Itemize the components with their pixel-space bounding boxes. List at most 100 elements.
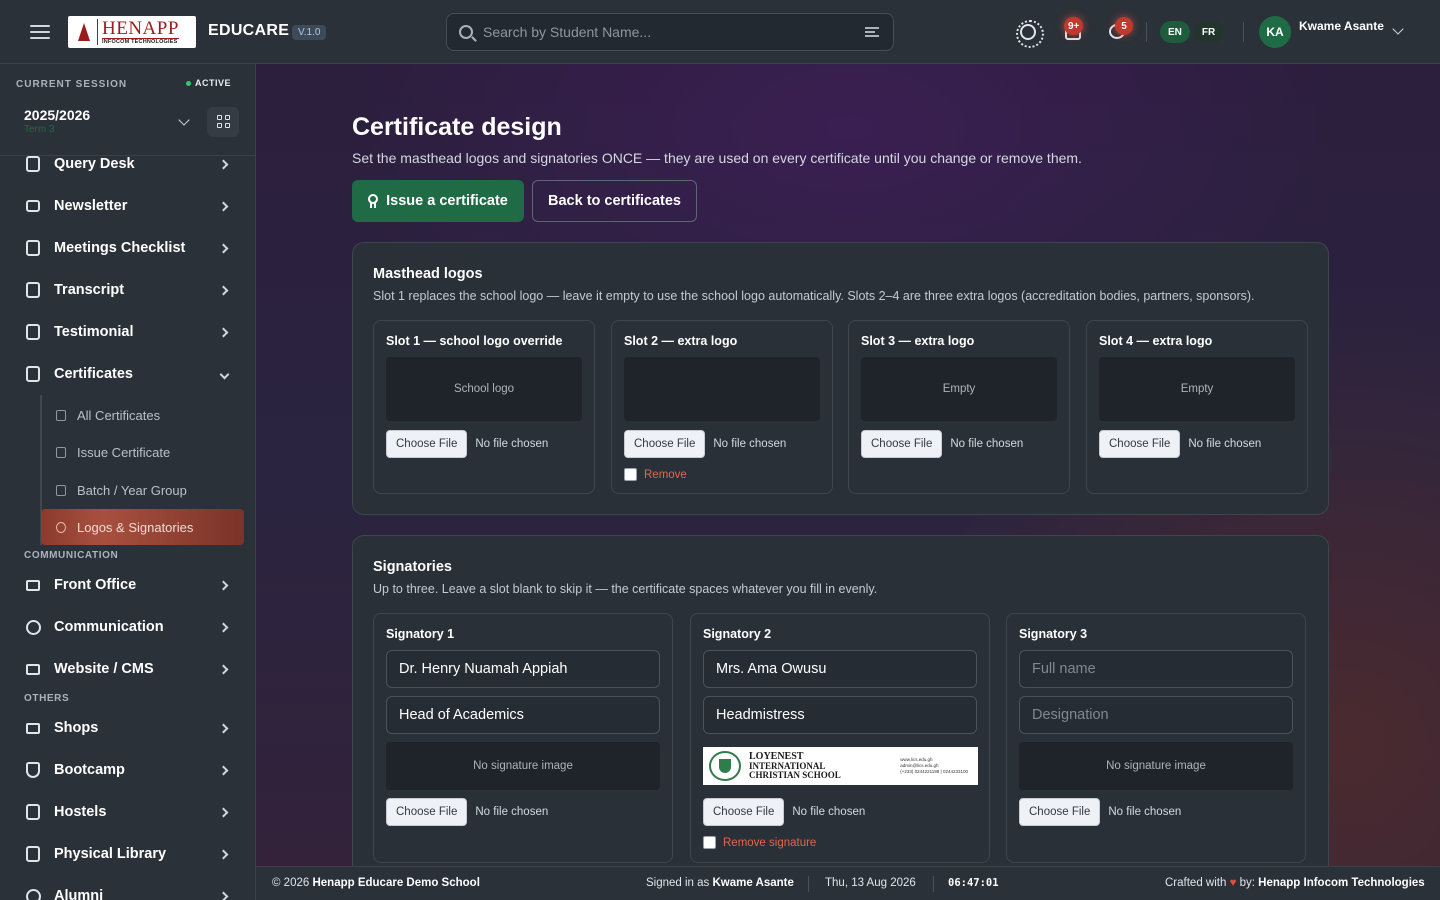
signatory-designation-input[interactable] bbox=[703, 696, 977, 734]
sidebar-subitem-all-certificates[interactable]: All Certificates bbox=[41, 397, 244, 433]
theme-toggle-sun-icon[interactable] bbox=[1016, 20, 1044, 48]
sidebar-item-label: Physical Library bbox=[54, 846, 167, 862]
sidebar-item-label: Transcript bbox=[54, 282, 125, 298]
choose-file-button[interactable]: Choose File bbox=[386, 430, 468, 458]
issue-certificate-button[interactable]: Issue a certificate bbox=[352, 180, 524, 222]
file-status: No file chosen bbox=[950, 438, 1024, 450]
chevron-right-icon bbox=[218, 765, 229, 775]
apps-grid-button[interactable] bbox=[207, 107, 239, 137]
file-status: No file chosen bbox=[713, 438, 787, 450]
library-icon bbox=[26, 846, 40, 862]
language-en-button[interactable]: EN bbox=[1160, 21, 1190, 43]
signatory-name-input[interactable] bbox=[1019, 650, 1293, 688]
mail-icon bbox=[26, 200, 40, 212]
logo-slot-3: Slot 3 — extra logo Empty Choose File No… bbox=[848, 320, 1070, 494]
file-status: No file chosen bbox=[475, 806, 549, 818]
sidebar-item-testimonial[interactable]: Testimonial bbox=[0, 312, 255, 352]
remove-logo-option: Remove bbox=[624, 468, 687, 481]
choose-file-button[interactable]: Choose File bbox=[1019, 798, 1101, 826]
session-year[interactable]: 2025/2026 bbox=[24, 107, 90, 123]
sidebar-subitem-label: Logos & Signatories bbox=[77, 519, 194, 535]
signatory-2: Signatory 2 LOYENEST INTERNATIONAL CHRIS… bbox=[690, 613, 990, 863]
chevron-right-icon bbox=[218, 664, 229, 674]
sidebar-item-meetings-checklist[interactable]: Meetings Checklist bbox=[0, 228, 255, 268]
sidebar-subitem-batch-year-group[interactable]: Batch / Year Group bbox=[41, 472, 244, 508]
sidebar: CURRENT SESSION ACTIVE 2025/2026 Term 3 … bbox=[0, 64, 256, 900]
chevron-right-icon bbox=[218, 580, 229, 590]
file-status: No file chosen bbox=[792, 806, 866, 818]
signatory-title: Signatory 1 bbox=[386, 627, 455, 641]
sidebar-item-newsletter[interactable]: Newsletter bbox=[0, 186, 255, 226]
signatory-designation-input[interactable] bbox=[386, 696, 660, 734]
language-fr-button[interactable]: FR bbox=[1193, 21, 1224, 43]
section-title-communication: COMMUNICATION bbox=[24, 550, 119, 561]
search-input[interactable] bbox=[483, 22, 853, 42]
grid-icon bbox=[217, 115, 222, 120]
sidebar-subitem-issue-certificate[interactable]: Issue Certificate bbox=[41, 434, 244, 470]
sidebar-item-shops[interactable]: Shops bbox=[0, 708, 255, 748]
sidebar-item-alumni[interactable]: Alumni bbox=[0, 876, 255, 900]
document-icon bbox=[26, 366, 40, 382]
issue-certificate-label: Issue a certificate bbox=[386, 193, 508, 209]
sidebar-item-front-office[interactable]: Front Office bbox=[0, 565, 255, 605]
choose-file-button[interactable]: Choose File bbox=[1099, 430, 1181, 458]
sidebar-subitem-label: Issue Certificate bbox=[77, 444, 171, 460]
user-name: Kwame Asante bbox=[1299, 19, 1384, 33]
crafted-by-text: by: bbox=[1239, 877, 1255, 889]
home-icon bbox=[26, 804, 40, 820]
slot-title: Slot 1 — school logo override bbox=[386, 334, 563, 348]
choose-file-button[interactable]: Choose File bbox=[861, 430, 943, 458]
remove-logo-label[interactable]: Remove bbox=[644, 469, 687, 481]
top-bar: HENAPP INFOCOM TECHNOLOGIES EDUCARE V.1.… bbox=[0, 0, 1440, 64]
back-to-certificates-button[interactable]: Back to certificates bbox=[532, 180, 697, 222]
sidebar-item-communication[interactable]: Communication bbox=[0, 607, 255, 647]
chevron-down-icon bbox=[219, 369, 230, 379]
chevron-down-icon[interactable] bbox=[178, 114, 190, 126]
company-logo[interactable]: HENAPP INFOCOM TECHNOLOGIES bbox=[68, 16, 196, 48]
signatory-1: Signatory 1 No signature image Choose Fi… bbox=[373, 613, 673, 863]
remove-signature-label[interactable]: Remove signature bbox=[723, 837, 816, 849]
sidebar-item-label: Certificates bbox=[54, 366, 133, 382]
sidebar-item-label: Meetings Checklist bbox=[54, 240, 186, 256]
section-title-others: OTHERS bbox=[24, 693, 70, 704]
signatory-designation-input[interactable] bbox=[1019, 696, 1293, 734]
user-menu[interactable]: KA Kwame Asante bbox=[1259, 15, 1404, 49]
masthead-logos-card: Masthead logos Slot 1 replaces the schoo… bbox=[352, 242, 1329, 515]
chevron-right-icon bbox=[218, 622, 229, 632]
message-count-badge: 5 bbox=[1115, 17, 1133, 35]
remove-signature-checkbox[interactable] bbox=[703, 836, 716, 849]
sidebar-item-hostels[interactable]: Hostels bbox=[0, 792, 255, 832]
remove-logo-checkbox[interactable] bbox=[624, 468, 637, 481]
document-icon bbox=[26, 282, 40, 298]
sidebar-item-transcript[interactable]: Transcript bbox=[0, 270, 255, 310]
choose-file-button[interactable]: Choose File bbox=[386, 798, 468, 826]
file-status: No file chosen bbox=[1188, 438, 1262, 450]
footer-date: Thu, 13 Aug 2026 bbox=[825, 877, 916, 889]
sidebar-item-website-cms[interactable]: Website / CMS bbox=[0, 649, 255, 689]
filter-icon[interactable] bbox=[865, 27, 879, 37]
choose-file-button[interactable]: Choose File bbox=[703, 798, 785, 826]
sidebar-item-bootcamp[interactable]: Bootcamp bbox=[0, 750, 255, 790]
copyright-text: © 2026 bbox=[272, 877, 310, 889]
sidebar-item-physical-library[interactable]: Physical Library bbox=[0, 834, 255, 874]
file-picker: Choose File No file chosen bbox=[1099, 430, 1261, 458]
signed-in-text: Signed in as bbox=[646, 877, 710, 889]
school-name: LOYENEST INTERNATIONAL CHRISTIAN SCHOOL bbox=[749, 752, 841, 780]
signatory-name-input[interactable] bbox=[703, 650, 977, 688]
menu-icon[interactable] bbox=[30, 22, 50, 42]
file-picker: Choose File No file chosen bbox=[861, 430, 1023, 458]
file-status: No file chosen bbox=[1108, 806, 1182, 818]
grid-icon bbox=[225, 115, 230, 120]
slot-title: Slot 3 — extra logo bbox=[861, 334, 975, 348]
sidebar-item-label: Website / CMS bbox=[54, 661, 154, 677]
page-title: Certificate design bbox=[352, 113, 562, 141]
file-picker: Choose File No file chosen bbox=[386, 430, 548, 458]
sidebar-subitem-logos-signatories[interactable]: Logos & Signatories bbox=[41, 509, 244, 545]
sidebar-item-certificates[interactable]: Certificates bbox=[0, 354, 255, 394]
signatory-name-input[interactable] bbox=[386, 650, 660, 688]
file-picker: Choose File No file chosen bbox=[703, 798, 865, 826]
sidebar-item-label: Query Desk bbox=[54, 156, 135, 172]
grid-icon bbox=[225, 123, 230, 128]
choose-file-button[interactable]: Choose File bbox=[624, 430, 706, 458]
slot-title: Slot 4 — extra logo bbox=[1099, 334, 1213, 348]
